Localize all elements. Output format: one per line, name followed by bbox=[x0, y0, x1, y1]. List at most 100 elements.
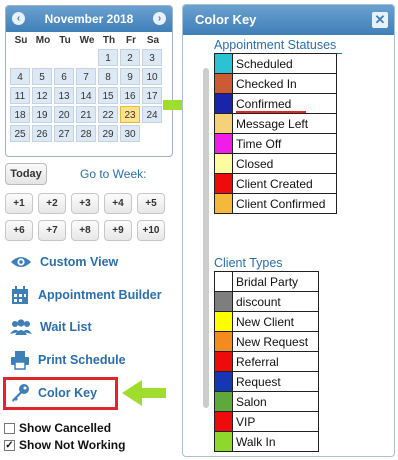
calendar-day[interactable]: 6 bbox=[54, 68, 74, 85]
color-key-row: Referral bbox=[214, 351, 319, 372]
calendar-day[interactable]: 10 bbox=[142, 68, 162, 85]
print-schedule-link[interactable]: Print Schedule bbox=[10, 350, 126, 370]
color-swatch bbox=[214, 291, 233, 312]
color-key-label: New Client bbox=[232, 311, 319, 332]
calendar-day[interactable]: 18 bbox=[10, 106, 30, 123]
appointment-builder-link[interactable]: Appointment Builder bbox=[10, 285, 162, 305]
calendar-day[interactable]: 19 bbox=[32, 106, 52, 123]
checkbox-box[interactable]: ✓ bbox=[4, 439, 15, 451]
week-button[interactable]: +4 bbox=[104, 193, 132, 214]
weekday-label: Mo bbox=[35, 35, 51, 46]
calendar-day[interactable]: 5 bbox=[32, 68, 52, 85]
color-key-row: Request bbox=[214, 371, 319, 392]
color-swatch bbox=[214, 113, 233, 134]
color-key-panel-title: Color Key bbox=[195, 12, 257, 27]
client-types-heading: Client Types bbox=[214, 256, 283, 270]
calendar-day[interactable]: 24 bbox=[142, 106, 162, 123]
today-button[interactable]: Today bbox=[5, 163, 47, 185]
next-month-button[interactable]: › bbox=[153, 12, 166, 25]
color-key-row: Client Created bbox=[214, 173, 337, 194]
show-not-working-checkbox[interactable]: ✓ Show Not Working bbox=[4, 438, 125, 452]
close-icon[interactable]: ✕ bbox=[372, 12, 388, 28]
weekday-label: We bbox=[79, 35, 95, 46]
color-swatch bbox=[214, 93, 233, 114]
mini-calendar: ‹ November 2018 › Su Mo Tu We Th Fr Sa 1234567… bbox=[5, 5, 173, 157]
custom-view-label: Custom View bbox=[40, 255, 119, 269]
prev-month-button[interactable]: ‹ bbox=[12, 12, 25, 25]
calendar-day[interactable]: 4 bbox=[10, 68, 30, 85]
color-key-label: Time Off bbox=[232, 133, 337, 154]
calendar-day[interactable]: 20 bbox=[54, 106, 74, 123]
calendar-day[interactable]: 16 bbox=[120, 87, 140, 104]
week-button[interactable]: +2 bbox=[38, 193, 66, 214]
color-key-row: Message Left bbox=[214, 113, 337, 134]
calendar-day[interactable]: 7 bbox=[76, 68, 96, 85]
wait-list-link[interactable]: Wait List bbox=[10, 318, 92, 336]
calendar-days-grid: 1 2 3 4 5 6 7 8 9 10 11 12 13 14 15 16 17 18 19 20 21 22 23 24 2… bbox=[10, 49, 172, 143]
color-key-label: Checked In bbox=[232, 73, 337, 94]
calendar-day[interactable]: 2 bbox=[120, 49, 140, 66]
calendar-day[interactable]: 8 bbox=[98, 68, 118, 85]
color-key-label: Scheduled bbox=[232, 53, 337, 74]
color-swatch bbox=[214, 133, 233, 154]
custom-view-link[interactable]: Custom View bbox=[10, 254, 118, 270]
calendar-day[interactable]: 11 bbox=[10, 87, 30, 104]
app-root: ‹ November 2018 › Su Mo Tu We Th Fr Sa 1234567… bbox=[0, 0, 398, 460]
week-button[interactable]: +1 bbox=[5, 193, 33, 214]
calendar-day[interactable]: 15 bbox=[98, 87, 118, 104]
calendar-day[interactable]: 30 bbox=[120, 125, 140, 142]
calendar-day[interactable]: 21 bbox=[76, 106, 96, 123]
calendar-day[interactable]: 27 bbox=[54, 125, 74, 142]
color-key-label: Referral bbox=[232, 351, 319, 372]
color-key-label: Message Left bbox=[232, 113, 337, 134]
calendar-day[interactable]: 25 bbox=[10, 125, 30, 142]
color-key-row: Checked In bbox=[214, 73, 337, 94]
calendar-day-today[interactable]: 23 bbox=[120, 106, 140, 123]
color-swatch bbox=[214, 271, 233, 292]
show-cancelled-checkbox[interactable]: Show Cancelled bbox=[4, 421, 111, 435]
calendar-day[interactable]: 22 bbox=[98, 106, 118, 123]
color-key-label: Request bbox=[232, 371, 319, 392]
color-key-row: VIP bbox=[214, 411, 319, 432]
color-swatch bbox=[214, 153, 233, 174]
week-button[interactable]: +8 bbox=[71, 220, 99, 241]
week-button[interactable]: +5 bbox=[137, 193, 165, 214]
scrollbar-thumb[interactable] bbox=[203, 68, 209, 408]
weekday-label: Sa bbox=[146, 35, 160, 46]
color-key-link[interactable]: Color Key bbox=[10, 383, 97, 403]
appointment-status-table: Scheduled Checked In Confirmed Message Left… bbox=[214, 53, 337, 214]
calendar-day[interactable]: 17 bbox=[142, 87, 162, 104]
color-key-row: Salon bbox=[214, 391, 319, 412]
calendar-day[interactable]: 12 bbox=[32, 87, 52, 104]
calendar-day[interactable]: 1 bbox=[98, 49, 118, 66]
calendar-day[interactable]: 26 bbox=[32, 125, 52, 142]
checkbox-box[interactable] bbox=[4, 422, 15, 434]
color-swatch bbox=[214, 351, 233, 372]
weekday-label: Su bbox=[14, 35, 28, 46]
color-swatch bbox=[214, 431, 233, 452]
color-swatch bbox=[214, 53, 233, 74]
color-key-label: Color Key bbox=[38, 386, 98, 400]
calendar-month-label: November 2018 bbox=[44, 12, 134, 26]
week-button[interactable]: +3 bbox=[71, 193, 99, 214]
calendar-day[interactable]: 9 bbox=[120, 68, 140, 85]
printer-icon bbox=[11, 351, 29, 370]
color-key-label: Closed bbox=[232, 153, 337, 174]
scrollbar[interactable] bbox=[202, 36, 210, 450]
color-key-label: discount bbox=[232, 291, 319, 312]
week-button[interactable]: +9 bbox=[104, 220, 132, 241]
week-button[interactable]: +6 bbox=[5, 220, 33, 241]
calendar-day[interactable]: 14 bbox=[76, 87, 96, 104]
week-button[interactable]: +7 bbox=[38, 220, 66, 241]
calendar-day[interactable]: 13 bbox=[54, 87, 74, 104]
appointment-statuses-heading: Appointment Statuses bbox=[214, 38, 337, 52]
week-button[interactable]: +10 bbox=[137, 220, 165, 241]
calendar-day[interactable]: 28 bbox=[76, 125, 96, 142]
color-key-row: Scheduled bbox=[214, 53, 337, 74]
color-key-row: Closed bbox=[214, 153, 337, 174]
color-swatch bbox=[214, 311, 233, 332]
calendar-icon bbox=[12, 286, 28, 304]
client-types-table: Bridal Party discount New Client New Reques… bbox=[214, 271, 319, 452]
calendar-day[interactable]: 29 bbox=[98, 125, 118, 142]
calendar-day[interactable]: 3 bbox=[142, 49, 162, 66]
